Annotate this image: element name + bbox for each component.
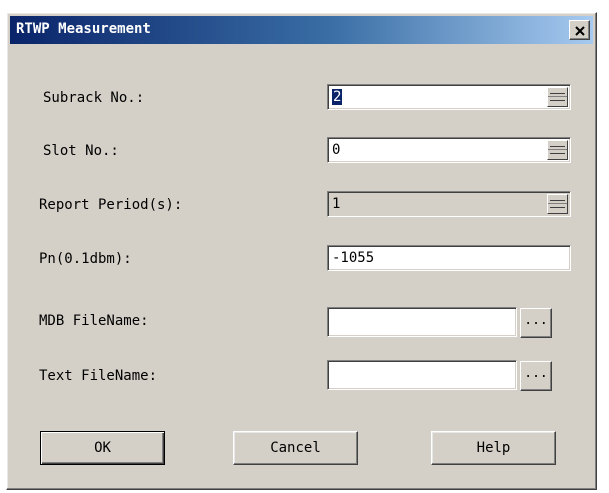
report-period-label: Report Period(s): [39, 197, 183, 213]
ok-button[interactable]: OK [40, 431, 165, 465]
slot-spinbox[interactable]: 0 [327, 137, 571, 163]
pn-label: Pn(0.1dbm): [39, 251, 132, 267]
close-button[interactable] [569, 20, 590, 40]
text-filename-label: Text FileName: [39, 368, 158, 384]
title-bar[interactable]: RTWP Measurement [10, 16, 593, 44]
report-period-spin-button[interactable] [547, 194, 568, 214]
report-period-value[interactable]: 1 [332, 196, 340, 212]
cancel-button[interactable]: Cancel [233, 431, 358, 465]
mdb-browse-button[interactable]: ... [520, 308, 552, 338]
help-button[interactable]: Help [431, 431, 556, 465]
pn-value[interactable]: -1055 [332, 250, 374, 266]
window-title: RTWP Measurement [16, 21, 151, 37]
pn-input[interactable]: -1055 [327, 245, 571, 271]
subrack-spin-button[interactable] [547, 87, 568, 107]
report-period-spinbox[interactable]: 1 [327, 191, 571, 217]
subrack-label: Subrack No.: [43, 90, 145, 106]
subrack-value[interactable]: 2 [332, 89, 343, 105]
mdb-filename-input[interactable] [327, 307, 517, 337]
text-browse-button[interactable]: ... [520, 361, 552, 391]
subrack-spinbox[interactable]: 2 [327, 84, 571, 110]
rtwp-measurement-dialog: RTWP Measurement Subrack No.: 2 Slot No.… [6, 12, 597, 490]
slot-label: Slot No.: [43, 143, 119, 159]
slot-spin-button[interactable] [547, 140, 568, 160]
text-filename-input[interactable] [327, 360, 517, 390]
close-icon [574, 21, 585, 40]
mdb-filename-label: MDB FileName: [39, 313, 149, 329]
slot-value[interactable]: 0 [332, 142, 340, 158]
